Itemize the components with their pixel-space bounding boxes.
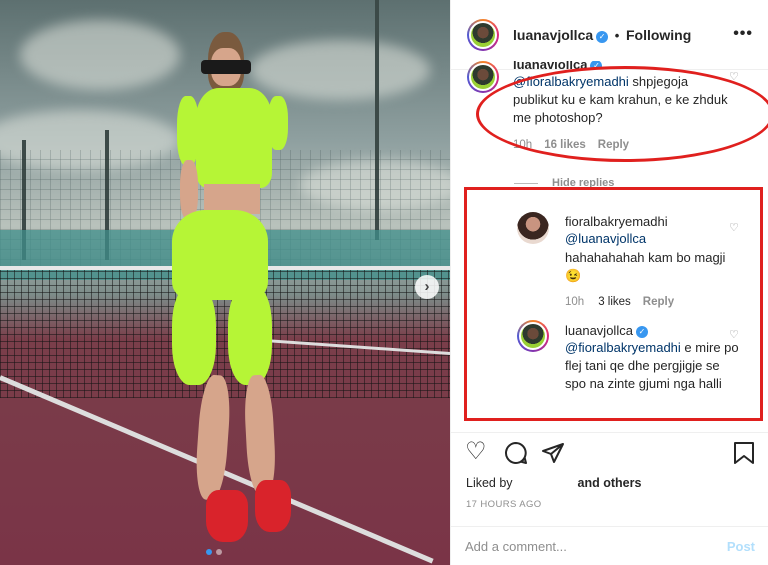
comment-icon[interactable] bbox=[504, 441, 528, 470]
sleeve bbox=[268, 96, 288, 150]
liked-others-link[interactable]: and others bbox=[578, 476, 642, 490]
sleeve bbox=[177, 96, 199, 166]
highlight-ellipse bbox=[476, 66, 768, 162]
header-separator: • bbox=[614, 28, 620, 43]
comment-input[interactable] bbox=[465, 539, 705, 554]
carousel-dot bbox=[206, 549, 212, 555]
post-photo[interactable]: › bbox=[0, 0, 450, 565]
add-comment-bar: Post bbox=[451, 526, 768, 565]
share-icon[interactable] bbox=[541, 441, 565, 470]
shorts-leg bbox=[172, 285, 216, 385]
cloud bbox=[250, 40, 430, 100]
cloud bbox=[20, 20, 180, 90]
liked-by-label: Liked by bbox=[466, 476, 513, 490]
carousel-dot bbox=[216, 549, 222, 555]
red-sneaker bbox=[206, 490, 248, 542]
crop-top bbox=[196, 88, 272, 188]
shorts-leg bbox=[228, 285, 272, 385]
post-actions: ♡ Liked by and others 17 HOURS AGO bbox=[451, 432, 768, 522]
post-header: luanavjollca ✓ • Following ••• bbox=[451, 0, 768, 70]
post-comment-button[interactable]: Post bbox=[727, 539, 755, 554]
verified-icon: ✓ bbox=[596, 30, 609, 43]
likes-summary: Liked by and others bbox=[466, 476, 641, 490]
avatar[interactable] bbox=[467, 61, 499, 93]
bookmark-icon[interactable] bbox=[733, 441, 755, 470]
more-options-icon[interactable]: ••• bbox=[733, 25, 753, 43]
header-username[interactable]: luanavjollca bbox=[513, 27, 593, 43]
red-sneaker bbox=[255, 480, 291, 532]
header-user: luanavjollca ✓ • Following bbox=[513, 27, 691, 43]
carousel-next-button[interactable]: › bbox=[415, 275, 439, 299]
post-timestamp[interactable]: 17 HOURS AGO bbox=[466, 499, 542, 510]
carousel-indicator bbox=[206, 549, 222, 555]
heart-icon[interactable]: ♡ bbox=[465, 440, 487, 464]
following-button[interactable]: Following bbox=[626, 27, 691, 43]
highlight-rectangle bbox=[464, 187, 763, 421]
sunglasses bbox=[201, 60, 251, 74]
avatar[interactable] bbox=[467, 19, 499, 51]
